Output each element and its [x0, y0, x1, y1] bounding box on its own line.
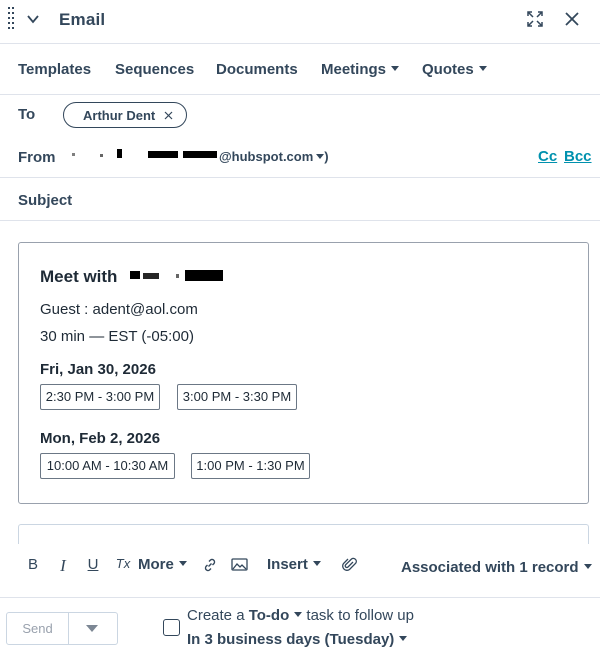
subject-label: Subject [18, 192, 73, 209]
close-icon[interactable] [564, 11, 580, 27]
time-slot-button[interactable]: 1:00 PM - 1:30 PM [191, 453, 310, 479]
guest-email: Guest : adent@aol.com [40, 301, 198, 318]
sequences-button[interactable]: Sequences [115, 61, 194, 78]
time-slot-button[interactable]: 3:00 PM - 3:30 PM [177, 384, 297, 410]
more-format-dropdown[interactable]: More [138, 556, 187, 573]
insert-label: Insert [267, 556, 308, 573]
drag-handle-icon[interactable] [8, 7, 14, 31]
associated-records-dropdown[interactable]: Associated with 1 record [401, 559, 592, 576]
todo-type-dropdown[interactable]: To-do [249, 607, 303, 624]
to-label: To [18, 106, 36, 123]
image-icon[interactable] [231, 557, 248, 572]
time-slot-button[interactable]: 2:30 PM - 3:00 PM [40, 384, 160, 410]
bold-icon[interactable]: B [25, 556, 41, 574]
meeting-title: Meet with [40, 267, 118, 286]
expand-icon[interactable] [527, 11, 543, 27]
todo-due-dropdown[interactable]: In 3 business days (Tuesday) [187, 631, 408, 648]
todo-type-label: To-do [248, 607, 290, 624]
quotes-label: Quotes [422, 61, 474, 78]
from-close-paren: ) [324, 149, 329, 164]
italic-icon[interactable]: I [55, 556, 71, 575]
email-header: Email [0, 0, 600, 44]
meeting-card: Meet with Guest : adent@aol.com 30 min —… [18, 242, 589, 504]
caret-down-icon [478, 66, 487, 71]
email-toolbar: Templates Sequences Documents Meetings Q… [0, 45, 600, 95]
format-toolbar: B I U Tx More Insert Associated with 1 r… [0, 548, 600, 590]
attachment-icon[interactable] [342, 556, 358, 573]
caret-down-icon [583, 564, 592, 569]
chevron-down-icon[interactable] [26, 12, 40, 26]
remove-recipient-icon[interactable] [164, 111, 173, 120]
recipient-chip[interactable]: Arthur Dent [63, 102, 187, 128]
todo-suffix: task to follow up [302, 607, 414, 624]
caret-down-icon [399, 636, 408, 641]
create-todo-label: Create a To-do task to follow up [187, 607, 414, 624]
bcc-link[interactable]: Bcc [564, 148, 592, 165]
templates-button[interactable]: Templates [18, 61, 91, 78]
panel-title: Email [59, 10, 106, 29]
from-select[interactable]: @hubspot.com) [219, 149, 329, 164]
day-label: Fri, Jan 30, 2026 [40, 361, 156, 378]
caret-down-icon [178, 561, 187, 566]
cc-link[interactable]: Cc [538, 148, 557, 165]
meeting-duration: 30 min — EST (-05:00) [40, 328, 194, 345]
link-icon[interactable] [202, 557, 218, 573]
send-options-caret-icon[interactable] [86, 625, 98, 632]
send-button[interactable]: Send [7, 613, 69, 644]
meetings-label: Meetings [321, 61, 387, 78]
documents-button[interactable]: Documents [216, 61, 298, 78]
recipient-name: Arthur Dent [83, 108, 156, 123]
insert-dropdown[interactable]: Insert [267, 556, 321, 573]
from-email-domain: @hubspot.com [219, 149, 314, 164]
more-label: More [138, 556, 174, 573]
day-label: Mon, Feb 2, 2026 [40, 430, 161, 447]
meetings-dropdown[interactable]: Meetings [321, 61, 400, 78]
from-row: From @hubspot.com) Cc Bcc [0, 138, 600, 178]
quotes-dropdown[interactable]: Quotes [422, 61, 487, 78]
todo-prefix: Create a [187, 607, 249, 624]
associated-label: Associated with 1 record [401, 559, 579, 576]
underline-icon[interactable]: U [85, 556, 101, 574]
create-todo-checkbox[interactable] [163, 619, 180, 636]
clear-format-icon[interactable]: Tx [115, 556, 131, 574]
send-button-group: Send [6, 612, 118, 645]
subject-row[interactable]: Subject [0, 179, 600, 221]
caret-down-icon [312, 561, 321, 566]
time-slot-button[interactable]: 10:00 AM - 10:30 AM [40, 453, 175, 479]
from-label: From [18, 149, 56, 166]
email-footer: Send Create a To-do task to follow up In… [0, 597, 600, 655]
todo-due-label: In 3 business days (Tuesday) [187, 631, 395, 648]
caret-down-icon [391, 66, 400, 71]
next-content-card [18, 524, 589, 544]
